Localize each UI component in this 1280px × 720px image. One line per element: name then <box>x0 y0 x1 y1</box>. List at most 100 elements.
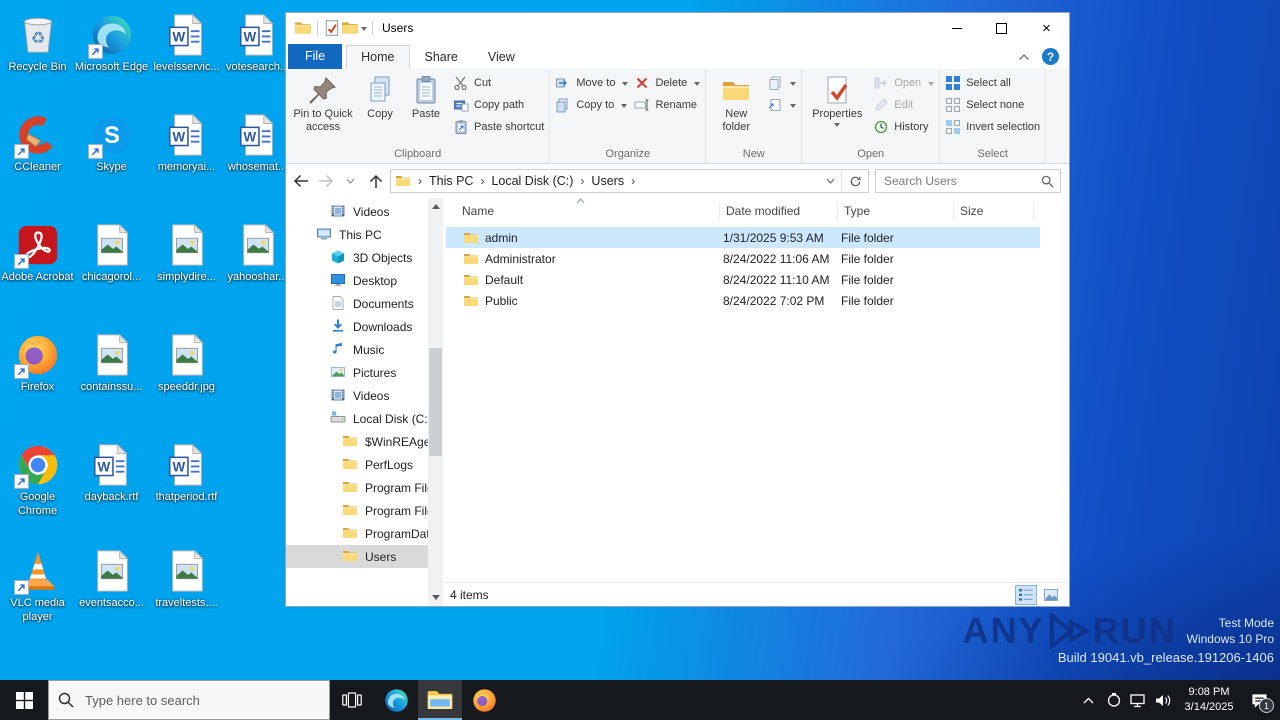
nav-item-perflogs[interactable]: PerfLogs <box>286 453 428 476</box>
breadcrumb-segment[interactable]: This PC › <box>429 174 491 188</box>
chevron-right-icon[interactable]: › <box>631 174 635 188</box>
desktop-icon-skype[interactable]: S Skype <box>74 112 149 175</box>
network-icon[interactable] <box>1126 680 1151 720</box>
pin-to-quick-access-button[interactable]: Pin to Quick access <box>288 70 358 147</box>
desktop-icon-ccleaner[interactable]: CCleaner <box>0 112 75 175</box>
desktop-icon-memoryai[interactable]: W memoryai... <box>149 112 224 175</box>
file-row-public[interactable]: Public 8/24/2022 7:02 PM File folder <box>446 290 1040 311</box>
select-none-button[interactable]: Select none <box>945 96 1040 114</box>
desktop-icon-containssu[interactable]: containssu... <box>74 332 149 395</box>
invert-selection-button[interactable]: Invert selection <box>945 118 1040 136</box>
back-button[interactable] <box>288 169 313 193</box>
desktop-icon-recycle-bin[interactable]: ♻ Recycle Bin <box>0 12 75 75</box>
nav-item-this-pc[interactable]: This PC <box>286 223 428 246</box>
forward-button[interactable] <box>313 169 338 193</box>
desktop-icon-levelsservic[interactable]: W levelsservic... <box>149 12 224 75</box>
start-button[interactable] <box>0 680 48 720</box>
nav-item-winreagent[interactable]: $WinREAgent <box>286 430 428 453</box>
address-dropdown-icon[interactable] <box>819 178 841 184</box>
collapse-ribbon-icon[interactable] <box>1018 53 1030 61</box>
qat-properties-icon[interactable] <box>323 20 341 36</box>
desktop-icon-adobe-acrobat[interactable]: Adobe Acrobat <box>0 222 75 285</box>
explorer-search[interactable] <box>875 169 1061 193</box>
taskbar-search-input[interactable] <box>83 692 320 709</box>
nav-item-3d-objects[interactable]: 3D Objects <box>286 246 428 269</box>
recent-locations-icon[interactable] <box>338 169 363 193</box>
desktop-icon-dayback-rtf[interactable]: W dayback.rtf <box>74 442 149 505</box>
tab-home[interactable]: Home <box>346 45 409 69</box>
nav-item-users[interactable]: Users <box>286 545 428 568</box>
volume-icon[interactable] <box>1151 680 1176 720</box>
column-header-size[interactable]: Size <box>954 202 1034 220</box>
qat-new-folder-icon[interactable] <box>341 20 359 36</box>
scroll-up-icon[interactable] <box>428 198 443 214</box>
select-all-button[interactable]: Select all <box>945 74 1040 92</box>
column-header-name[interactable]: Name <box>443 202 720 220</box>
edge-taskbar-icon[interactable] <box>374 680 418 720</box>
desktop-icon-thatperiod-rtf[interactable]: W thatperiod.rtf <box>149 442 224 505</box>
paste-shortcut-button[interactable]: Paste shortcut <box>453 118 544 136</box>
up-button[interactable] <box>363 169 388 193</box>
copy-button[interactable]: Copy <box>358 70 402 147</box>
desktop-icon-whosemat[interactable]: W whosemat... <box>220 112 295 175</box>
breadcrumb-segment[interactable]: Local Disk (C:) › <box>491 174 591 188</box>
column-header-date-modified[interactable]: Date modified <box>720 202 838 220</box>
details-view-button[interactable] <box>1015 585 1037 605</box>
desktop-icon-google-chrome[interactable]: Google Chrome <box>0 442 75 519</box>
tab-view[interactable]: View <box>473 46 530 69</box>
clock[interactable]: 9:08 PM 3/14/2025 <box>1176 685 1242 715</box>
file-row-admin[interactable]: admin 1/31/2025 9:53 AM File folder <box>446 227 1040 248</box>
desktop-icon-chicagorol[interactable]: chicagorol... <box>74 222 149 285</box>
nav-item-videos[interactable]: Videos <box>286 384 428 407</box>
nav-item-local-disk-c[interactable]: Local Disk (C:) <box>286 407 428 430</box>
cut-button[interactable]: Cut <box>453 74 544 92</box>
address-box[interactable]: › This PC › Local Disk (C:) › Users › <box>390 169 869 193</box>
tab-share[interactable]: Share <box>410 46 473 69</box>
chevron-right-icon[interactable]: › <box>580 174 584 188</box>
refresh-icon[interactable] <box>841 170 868 192</box>
minimize-button[interactable] <box>934 13 979 43</box>
delete-button[interactable]: Delete <box>634 74 700 92</box>
properties-button[interactable]: Properties <box>804 70 870 147</box>
desktop-icon-microsoft-edge[interactable]: Microsoft Edge <box>74 12 149 75</box>
open-button[interactable]: Open <box>873 74 934 92</box>
column-header-type[interactable]: Type <box>838 202 954 220</box>
history-button[interactable]: History <box>873 118 934 136</box>
copy-to-button[interactable]: Copy to <box>555 96 628 114</box>
task-view-button[interactable] <box>330 680 374 720</box>
tray-chevron-up-icon[interactable] <box>1076 680 1101 720</box>
rename-button[interactable]: Rename <box>634 96 700 114</box>
nav-item-program-files-x86[interactable]: Program Files (x86) <box>286 499 428 522</box>
file-explorer-taskbar-icon[interactable] <box>418 680 462 720</box>
desktop-icon-vlc-media-player[interactable]: VLC media player <box>0 548 75 625</box>
nav-item-downloads[interactable]: Downloads <box>286 315 428 338</box>
maximize-button[interactable] <box>979 13 1024 43</box>
action-center-button[interactable]: 1 <box>1242 680 1276 720</box>
desktop-icon-traveltests[interactable]: traveltests.... <box>149 548 224 611</box>
easy-access-button[interactable] <box>767 96 796 114</box>
nav-item-desktop[interactable]: Desktop <box>286 269 428 292</box>
search-icon[interactable] <box>1041 175 1054 188</box>
large-icons-view-button[interactable] <box>1040 585 1062 605</box>
scroll-down-icon[interactable] <box>428 590 443 606</box>
desktop-icon-yahooshar[interactable]: yahooshar... <box>220 222 295 285</box>
nav-item-pictures[interactable]: Pictures <box>286 361 428 384</box>
nav-scrollbar[interactable] <box>428 198 443 606</box>
chevron-right-icon[interactable]: › <box>480 174 484 188</box>
new-item-button[interactable] <box>767 74 796 92</box>
qat-dropdown-icon[interactable] <box>361 27 367 34</box>
paste-button[interactable]: Paste <box>402 70 450 147</box>
nav-item-programdata[interactable]: ProgramData <box>286 522 428 545</box>
breadcrumb-segment[interactable]: Users › <box>591 174 642 188</box>
file-row-administrator[interactable]: Administrator 8/24/2022 11:06 AM File fo… <box>446 248 1040 269</box>
new-folder-button[interactable]: New folder <box>708 70 764 147</box>
nav-item-music[interactable]: Music <box>286 338 428 361</box>
desktop-icon-simplydire[interactable]: simplydire... <box>149 222 224 285</box>
file-row-default[interactable]: Default 8/24/2022 11:10 AM File folder <box>446 269 1040 290</box>
firefox-taskbar-icon[interactable] <box>462 680 506 720</box>
close-button[interactable]: × <box>1024 13 1069 43</box>
nav-item-videos[interactable]: Videos <box>286 200 428 223</box>
tab-file[interactable]: File <box>288 44 342 69</box>
nav-item-program-files[interactable]: Program Files <box>286 476 428 499</box>
copy-path-button[interactable]: Copy path <box>453 96 544 114</box>
